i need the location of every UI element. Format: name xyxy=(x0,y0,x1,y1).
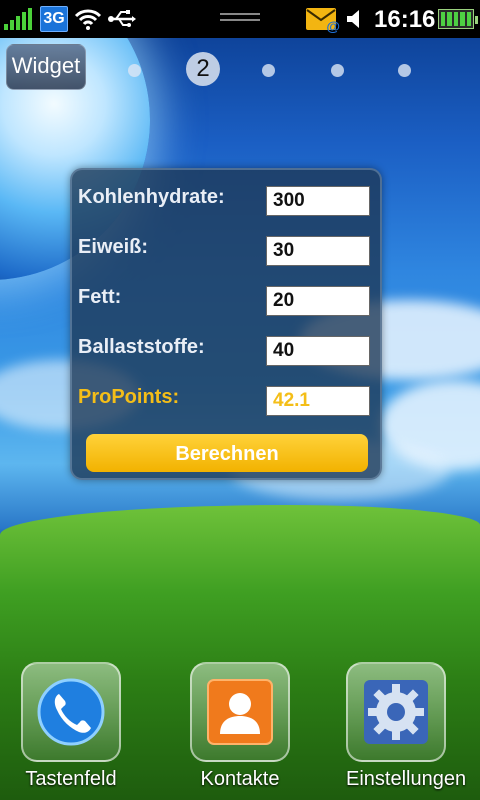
phone-icon xyxy=(37,678,105,746)
dock-tile[interactable] xyxy=(190,662,290,762)
battery-icon xyxy=(438,9,478,29)
usb-icon xyxy=(108,5,136,33)
dock-label: Kontakte xyxy=(200,768,280,790)
mail-icon: @ xyxy=(306,8,340,34)
protein-input[interactable] xyxy=(266,236,370,266)
dock-tile[interactable] xyxy=(346,662,446,762)
fiber-label: Ballaststoffe: xyxy=(78,336,205,358)
carbs-label: Kohlenhydrate: xyxy=(78,186,225,208)
dock-item-kontakte[interactable]: Kontakte xyxy=(190,662,290,791)
page-indicator-dot[interactable] xyxy=(262,64,275,77)
carbs-input[interactable] xyxy=(266,186,370,216)
dock-item-tastenfeld[interactable]: Tastenfeld xyxy=(21,662,121,791)
page-indicator-dot[interactable] xyxy=(398,64,411,77)
3g-icon: 3G xyxy=(40,6,68,32)
wifi-icon xyxy=(74,5,102,33)
settings-gear-icon xyxy=(364,680,428,744)
dock-label: Einstellungen xyxy=(346,768,467,790)
propoints-calculator-widget: Kohlenhydrate: Eiweiß: Fett: Ballaststof… xyxy=(70,168,382,480)
protein-label: Eiweiß: xyxy=(78,236,149,258)
propoints-label: ProPoints: xyxy=(78,386,180,408)
clock: 16:16 xyxy=(374,6,436,33)
page-indicator-dot[interactable] xyxy=(128,64,141,77)
fat-input[interactable] xyxy=(266,286,370,316)
fat-label: Fett: xyxy=(78,286,122,308)
dock-tile[interactable] xyxy=(21,662,121,762)
calculate-button[interactable]: Berechnen xyxy=(86,434,368,472)
status-bar: 3G @ 16:16 xyxy=(0,0,480,38)
dock-item-einstellungen[interactable]: Einstellungen xyxy=(346,662,467,791)
dock-label: Tastenfeld xyxy=(25,768,117,790)
notification-handle[interactable] xyxy=(220,13,260,21)
widget-button[interactable]: Widget xyxy=(6,44,86,90)
fiber-input[interactable] xyxy=(266,336,370,366)
propoints-result xyxy=(266,386,370,416)
page-indicator-dot[interactable] xyxy=(331,64,344,77)
signal-icon xyxy=(4,8,34,30)
contacts-icon xyxy=(207,679,273,745)
page-indicator-current: 2 xyxy=(186,52,220,86)
volume-icon xyxy=(342,5,370,33)
